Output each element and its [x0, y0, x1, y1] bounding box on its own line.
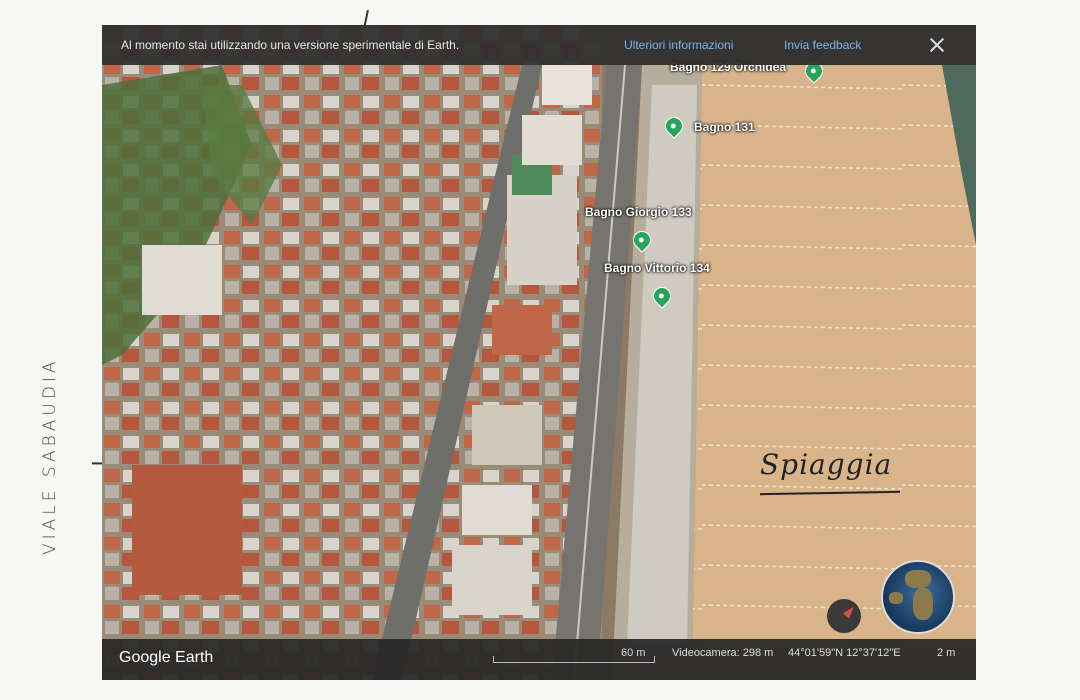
place-label[interactable]: Bagno Vittorio 134 — [604, 261, 710, 275]
experimental-version-banner: Al momento stai utilizzando una versione… — [102, 25, 976, 65]
banner-message: Al momento stai utilizzando una versione… — [121, 38, 460, 52]
status-bar: Google Earth 60 m Videocamera: 298 m 44°… — [102, 639, 976, 680]
ground-altitude: 2 m — [937, 647, 956, 659]
send-feedback-link[interactable]: Invia feedback — [784, 38, 861, 52]
satellite-map[interactable] — [102, 25, 976, 680]
globe-icon[interactable] — [881, 560, 955, 634]
place-label[interactable]: Bagno Giorgio 133 — [585, 205, 692, 219]
scale-label: 60 m — [621, 647, 646, 659]
camera-altitude: Videocamera: 298 m — [672, 647, 774, 659]
place-label[interactable]: Bagno 131 — [694, 120, 755, 134]
close-icon[interactable] — [928, 36, 946, 54]
coordinates-readout: 44°01'59"N 12°37'12"E — [788, 647, 901, 659]
google-earth-logo: Google Earth — [119, 649, 214, 666]
earth-viewport[interactable]: Al momento stai utilizzando una versione… — [102, 25, 976, 680]
handwritten-viale-sabaudia: VIALE SABAUDIA — [40, 357, 60, 555]
more-info-link[interactable]: Ulteriori informazioni — [624, 38, 733, 52]
handwritten-spiaggia: Spiaggia — [760, 448, 893, 481]
compass-icon[interactable] — [827, 599, 861, 633]
